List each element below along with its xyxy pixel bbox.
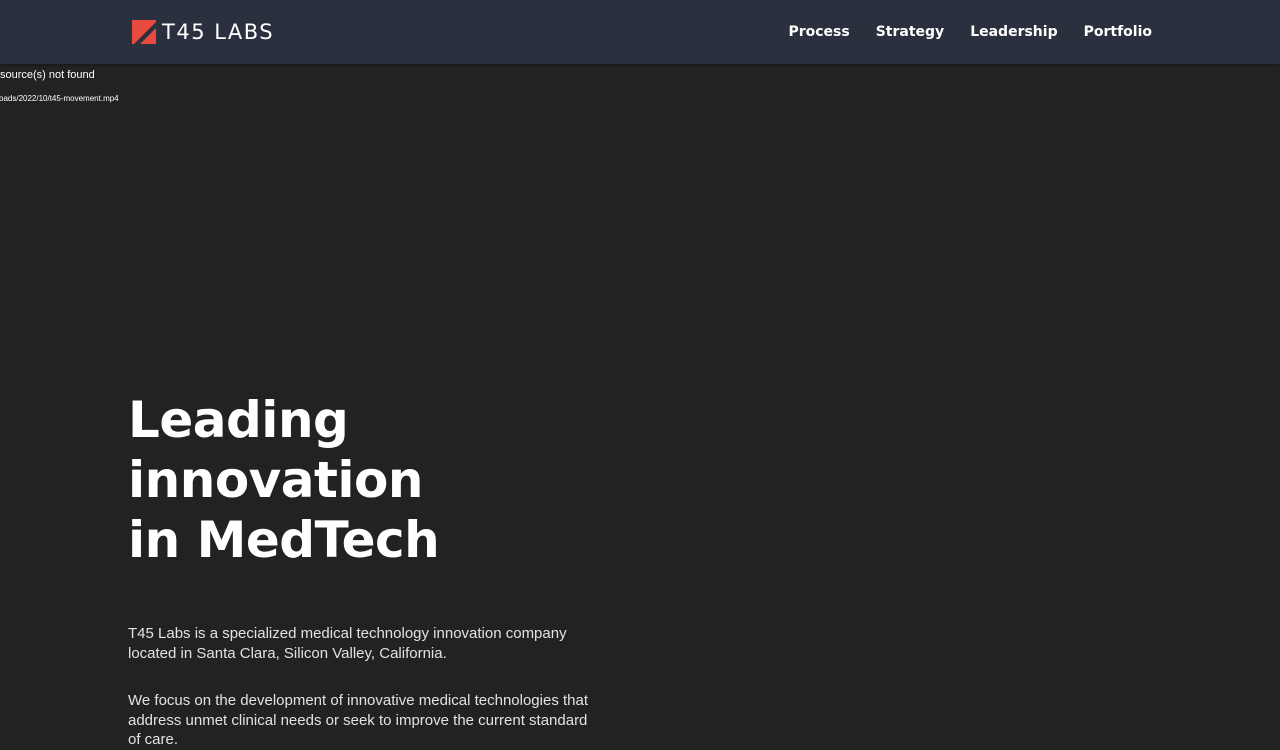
nav-item-strategy[interactable]: Strategy bbox=[876, 24, 944, 40]
video-error-text: source(s) not found bbox=[0, 69, 95, 81]
nav-item-process[interactable]: Process bbox=[788, 24, 849, 40]
logo-text: T45 LABS bbox=[162, 20, 275, 44]
hero-title-line-2: in MedTech bbox=[128, 511, 440, 569]
main-nav: Process Strategy Leadership Portfolio bbox=[762, 0, 1152, 64]
nav-item-portfolio[interactable]: Portfolio bbox=[1084, 24, 1152, 40]
nav-item-leadership[interactable]: Leadership bbox=[970, 24, 1057, 40]
hero-paragraph-1: T45 Labs is a specialized medical techno… bbox=[128, 625, 567, 662]
hero-paragraph-2: We focus on the development of innovativ… bbox=[128, 692, 589, 748]
t45-logo-icon bbox=[132, 20, 156, 44]
site-header: T45 LABS Process Strategy Leadership Por… bbox=[0, 0, 1280, 64]
video-error-message: source(s) not found oads/2022/10/t45-mov… bbox=[0, 68, 119, 105]
hero-title-line-1: Leading innovation bbox=[128, 391, 424, 509]
video-error-path: oads/2022/10/t45-movement.mp4 bbox=[0, 94, 119, 103]
hero-section: Leading innovation in MedTech T45 Labs i… bbox=[128, 390, 648, 750]
hero-title: Leading innovation in MedTech bbox=[128, 390, 648, 570]
logo-link[interactable]: T45 LABS bbox=[132, 20, 274, 44]
